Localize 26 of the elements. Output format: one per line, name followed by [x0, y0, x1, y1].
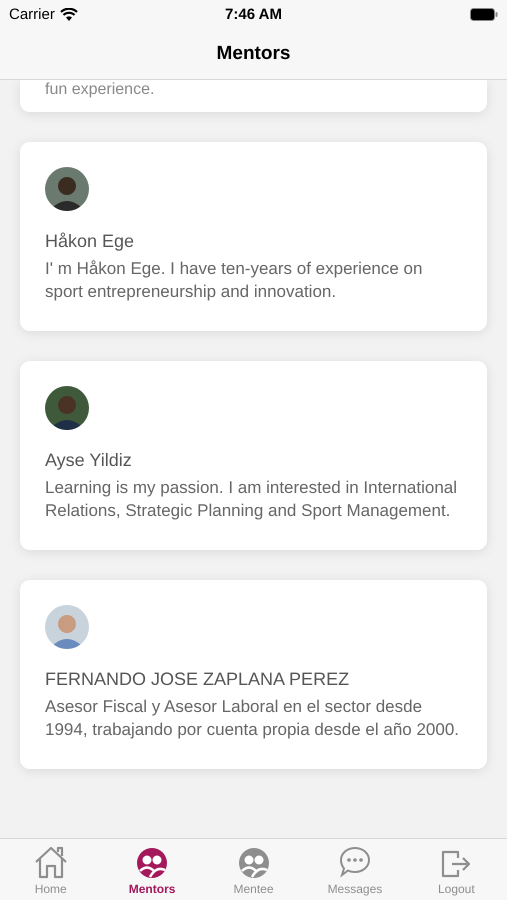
mentor-bio: fun experience. [45, 81, 154, 98]
people-icon [238, 847, 270, 879]
tab-bar-item[interactable]: Messages [304, 839, 406, 900]
mentor-card[interactable]: fun experience. [20, 80, 487, 112]
mentor-name: Ayse Yildiz [45, 450, 133, 471]
tab-bar-item[interactable]: Mentee [202, 839, 304, 900]
mentor-bio: Asesor Fiscal y Asesor Laboral en el sector desde 1994, trabajando por cuenta propia desde el año 2000. [45, 696, 460, 741]
mentor-card[interactable]: Ayse Yildiz Learning is my passion. I am interested in International Relations, Strategic Planning and Sport Management. [20, 361, 487, 550]
mentor-name: FERNANDO JOSE ZAPLANA PEREZ [45, 669, 350, 690]
tab-bar-item[interactable]: Home [0, 839, 102, 900]
wifi-icon [60, 8, 78, 20]
home-icon [32, 845, 69, 879]
screen-title: Mentors [216, 42, 290, 64]
mentor-bio: I' m Håkon Ege. I have ten-years of experience on sport entrepreneurship and innovation. [45, 258, 424, 303]
people-icon [136, 847, 168, 879]
mentor-name: Håkon Ege [45, 231, 136, 252]
battery-icon [470, 8, 498, 20]
mentor-card[interactable]: FERNANDO JOSE ZAPLANA PEREZ Asesor Fiscal y Asesor Laboral en el sector desde 1994, trabajando por cuenta propia desde el año 2000. [20, 580, 487, 769]
mentor-bio: Learning is my passion. I am interested in International Relations, Strategic Planning and Sport Management. [45, 477, 458, 522]
chat-icon [338, 845, 372, 879]
tab-bar-item[interactable]: Mentors [101, 839, 203, 900]
clock-time: 7:46 AM [225, 6, 282, 22]
logout-icon [440, 849, 472, 879]
tab-bar-item[interactable]: Logout [406, 839, 507, 900]
carrier-label: Carrier [9, 6, 55, 22]
mentor-card[interactable]: Håkon Ege I' m Håkon Ege. I have ten-years of experience on sport entrepreneurship and innovation. [20, 142, 487, 331]
